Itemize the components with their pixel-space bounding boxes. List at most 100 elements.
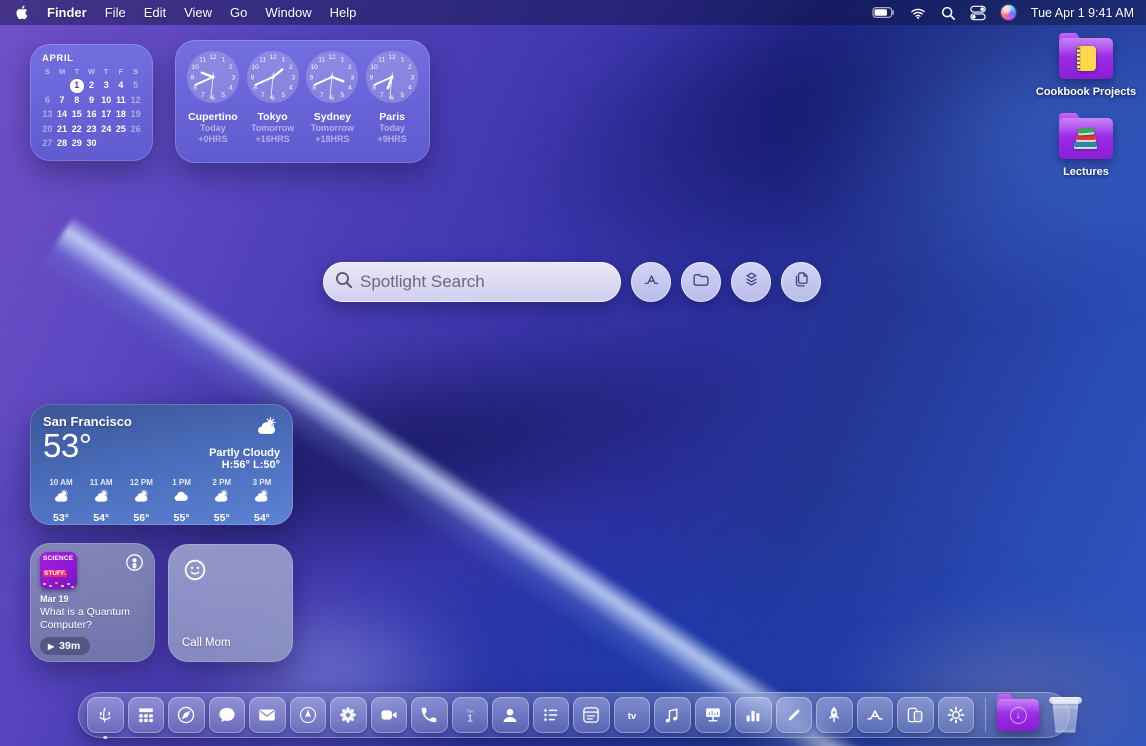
app-menu-window[interactable]: Window	[265, 5, 311, 20]
app-menu-go[interactable]: Go	[230, 5, 247, 20]
dock-downloads-folder[interactable]: ↓	[997, 699, 1039, 731]
svg-text:9: 9	[310, 74, 314, 81]
spotlight-filter-files[interactable]	[681, 262, 721, 302]
dock-trash[interactable]	[1049, 697, 1082, 734]
dock-tv[interactable]: tv	[614, 697, 651, 734]
dock-games[interactable]	[816, 697, 853, 734]
siri-icon[interactable]	[1001, 5, 1016, 20]
app-menu-finder[interactable]: Finder	[47, 5, 87, 20]
podcast-play-button[interactable]: ▶ 39m	[40, 637, 90, 655]
podcast-widget[interactable]: SCIENCE STUFF. Mar 19 What is a Quantum …	[30, 543, 155, 662]
world-clock-cupertino[interactable]: 123456789101112 Cupertino Today +0HRS	[184, 50, 242, 153]
calendar-day-empty	[40, 79, 55, 93]
spotlight-icon[interactable]	[941, 6, 955, 20]
keynote-icon	[695, 697, 732, 734]
spotlight-filter-clipboard[interactable]	[781, 262, 821, 302]
calendar-day-24: 24	[99, 123, 114, 137]
world-clock-widget[interactable]: 123456789101112 Cupertino Today +0HRS 12…	[175, 40, 430, 163]
desktop-folder-lectures[interactable]: Lectures	[1059, 118, 1113, 178]
dock-pages[interactable]	[776, 697, 813, 734]
spotlight-search-input[interactable]	[360, 272, 609, 292]
messages-icon	[209, 697, 246, 734]
games-icon	[816, 697, 853, 734]
dock-mail[interactable]	[249, 697, 286, 734]
hour-temp: 55°	[214, 512, 230, 524]
clock-day-label: Today	[200, 123, 226, 134]
app-menu-edit[interactable]: Edit	[144, 5, 166, 20]
clock-day-label: Tomorrow	[311, 123, 354, 134]
dock-apps-grid[interactable]	[128, 697, 165, 734]
clipboard-icon	[791, 269, 812, 295]
calendar-day-25: 25	[114, 123, 129, 137]
dock-keynote[interactable]	[695, 697, 732, 734]
dock-contacts[interactable]	[492, 697, 529, 734]
world-clock-paris[interactable]: 123456789101112 Paris Today +9HRS	[363, 50, 421, 153]
calendar-day-empty	[99, 137, 114, 151]
apple-menu-icon[interactable]	[14, 5, 29, 20]
partly-cloudy-icon	[252, 487, 271, 511]
weather-widget[interactable]: San Francisco 53° Partly Cloudy H:56° L:…	[30, 404, 293, 525]
podcast-date: Mar 19	[40, 594, 145, 604]
dock-reminders[interactable]	[533, 697, 570, 734]
dock-system-settings[interactable]	[938, 697, 975, 734]
world-clock-sydney[interactable]: 123456789101112 Sydney Tomorrow +18HRS	[303, 50, 361, 153]
spotlight-filter-applications[interactable]	[631, 262, 671, 302]
battery-icon[interactable]	[872, 1, 895, 24]
status-icons	[872, 1, 1016, 24]
dock-app-store[interactable]	[857, 697, 894, 734]
weather-hourly-row: 10 AM 53°11 AM 54°12 PM 56°1 PM 55°2 PM …	[43, 478, 280, 524]
menu-bar-clock[interactable]: Tue Apr 1 9:41 AM	[1031, 6, 1134, 20]
dock-photos[interactable]	[330, 697, 367, 734]
calendar-widget[interactable]: APRIL SMTWTFS123456789101112131415161718…	[30, 44, 153, 161]
svg-text:3: 3	[232, 74, 236, 81]
wifi-icon[interactable]	[910, 5, 926, 21]
dock-music[interactable]	[654, 697, 691, 734]
call-mom-widget[interactable]: Call Mom	[168, 544, 293, 662]
calendar-icon: Tue1	[452, 697, 489, 734]
dock-messages[interactable]	[209, 697, 246, 734]
hour-label: 10 AM	[49, 478, 72, 487]
clock-city: Sydney	[314, 111, 351, 123]
world-clock-tokyo[interactable]: 123456789101112 Tokyo Tomorrow +16HRS	[244, 50, 302, 153]
spotlight-search-pill[interactable]	[323, 262, 621, 302]
apps-grid-icon	[128, 697, 165, 734]
calendar-day-10: 10	[99, 94, 114, 108]
tv-icon: tv	[614, 697, 651, 734]
dock-iphone-mirroring[interactable]	[897, 697, 934, 734]
dock-calendar[interactable]: Tue1	[452, 697, 489, 734]
app-menu-view[interactable]: View	[184, 5, 212, 20]
download-arrow-icon: ↓	[1010, 707, 1027, 724]
svg-text:3: 3	[291, 74, 295, 81]
analog-clock-face: 123456789101112	[186, 50, 240, 109]
control-center-icon[interactable]	[970, 5, 986, 21]
dock-phone[interactable]	[411, 697, 448, 734]
svg-text:11: 11	[259, 57, 266, 64]
dock-safari[interactable]	[168, 697, 205, 734]
books-icon	[1073, 128, 1099, 149]
facetime-icon	[371, 697, 408, 734]
app-menu-file[interactable]: File	[105, 5, 126, 20]
svg-text:5: 5	[281, 92, 285, 99]
dock-numbers[interactable]	[735, 697, 772, 734]
svg-text:4: 4	[408, 85, 412, 92]
svg-text:10: 10	[311, 64, 319, 71]
calendar-day-28: 28	[55, 137, 70, 151]
desktop-folder-cookbook[interactable]: Cookbook Projects	[1036, 38, 1136, 98]
weather-hour-1pm: 1 PM 55°	[164, 478, 200, 524]
clock-city: Paris	[379, 111, 405, 123]
dock-facetime[interactable]	[371, 697, 408, 734]
folder-label: Cookbook Projects	[1036, 86, 1136, 98]
svg-text:7: 7	[380, 92, 384, 99]
dock-maps[interactable]	[290, 697, 327, 734]
spotlight-filter-shortcuts[interactable]	[731, 262, 771, 302]
dock-finder[interactable]	[87, 697, 124, 734]
maps-icon	[290, 697, 327, 734]
app-menu-help[interactable]: Help	[330, 5, 357, 20]
purple-folder-icon	[1059, 118, 1113, 159]
partly-cloudy-icon	[132, 487, 151, 511]
dock-notes[interactable]	[573, 697, 610, 734]
system-settings-icon	[938, 697, 975, 734]
svg-text:11: 11	[199, 57, 206, 64]
app-store-icon	[857, 697, 894, 734]
calendar-day-empty	[128, 137, 143, 151]
